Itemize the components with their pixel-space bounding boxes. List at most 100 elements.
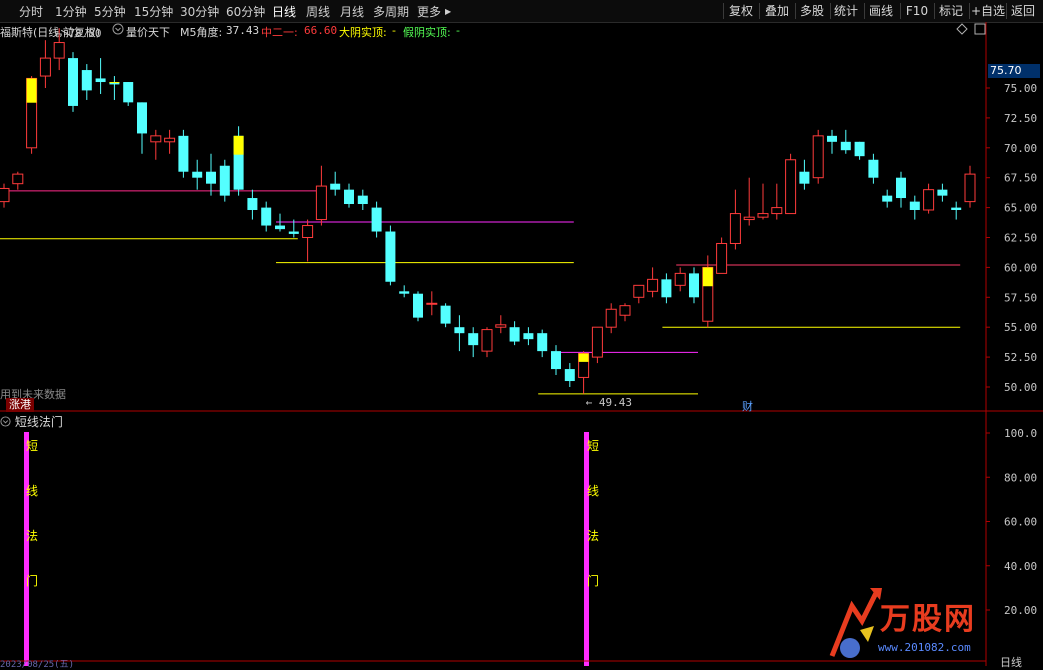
candle-highlight (578, 353, 589, 362)
back-button[interactable]: 返回 (1008, 2, 1038, 20)
tab-multi-period[interactable]: 多周期 (373, 3, 409, 20)
candle-body (591, 326, 603, 358)
toolbar-divider (864, 3, 865, 19)
f10-button[interactable]: F10 (903, 2, 931, 20)
candle-highlight (109, 82, 120, 84)
candle-body (523, 333, 534, 340)
signal-label: 法 (26, 529, 39, 543)
candle-body (399, 291, 410, 294)
draw-line-button[interactable]: 画线 (866, 2, 896, 20)
more-arrow-icon[interactable]: ▶ (445, 7, 451, 16)
candle-highlight (26, 78, 37, 103)
multi-stock-button[interactable]: 多股 (797, 2, 827, 20)
price-tick-label: 62.50 (1004, 232, 1037, 245)
candle-body (619, 305, 631, 316)
tab-30min[interactable]: 30分钟 (180, 3, 219, 20)
candle-body (689, 273, 699, 298)
indicator-toggle-icon[interactable] (0, 416, 11, 430)
tab-intraday[interactable]: 分时 (19, 3, 43, 20)
candle-body (840, 141, 851, 151)
candle-body (882, 195, 893, 202)
candle-body (674, 272, 686, 286)
candle-body (137, 102, 147, 134)
tab-5min[interactable]: 5分钟 (94, 3, 126, 20)
candle-body (495, 324, 507, 328)
mark-button[interactable]: 标记 (936, 2, 966, 20)
candle-body (854, 141, 865, 157)
candle-body (344, 189, 354, 205)
date-axis-start: 2023/08/25(五) (0, 660, 75, 670)
candle-body (288, 231, 299, 234)
candle-highlight (233, 135, 244, 155)
toolbar-divider (1006, 3, 1007, 19)
candle-body (964, 173, 976, 203)
tab-daily[interactable]: 日线 (272, 3, 296, 20)
candle-highlight (702, 267, 713, 287)
indicator-tick-label: 40.00 (1004, 560, 1037, 573)
tab-more[interactable]: 更多 (417, 3, 441, 20)
statistics-button[interactable]: 统计 (832, 2, 860, 20)
tab-weekly[interactable]: 周线 (306, 3, 330, 20)
kline-chart[interactable]: 75.00 72.50 70.00 67.50 65.00 62.50 60.00 57.50… (0, 22, 1043, 412)
candle-body (605, 308, 617, 328)
candle-body (178, 135, 189, 172)
candle-body (371, 207, 382, 232)
watermark-url: www.201082.com (878, 641, 971, 654)
candle-body (633, 284, 645, 298)
candle-body (868, 159, 879, 178)
tab-monthly[interactable]: 月线 (340, 3, 364, 20)
candle-body (799, 171, 810, 184)
candle-body (896, 177, 906, 199)
indicator-tick-label: 100.0 (1004, 427, 1037, 440)
price-tick-label: 72.50 (1004, 112, 1037, 125)
toolbar-divider (795, 3, 796, 19)
candle-body (330, 183, 341, 190)
candle-body (827, 135, 837, 142)
signal-label: 线 (26, 484, 39, 498)
candle-body (743, 216, 755, 221)
candle-body (537, 333, 548, 352)
finance-marker[interactable]: 财 (742, 398, 753, 414)
indicator-tick-label: 80.00 (1004, 471, 1037, 484)
signal-label: 门 (587, 574, 600, 588)
signal-label: 门 (26, 574, 39, 588)
candle-body (81, 70, 92, 91)
candle-body (123, 82, 134, 103)
watermark-brand: 万股网 (880, 602, 976, 637)
candle-body (275, 225, 285, 230)
tab-15min[interactable]: 15分钟 (134, 3, 173, 20)
candle-body (909, 201, 920, 210)
price-tick-label: 52.50 (1004, 351, 1037, 364)
price-tick-label: 60.00 (1004, 261, 1037, 274)
indicator-title-text: 短线法门 (14, 415, 63, 429)
period-toolbar: 分时 1分钟 5分钟 15分钟 30分钟 60分钟 日线 周线 月线 多周期 更… (0, 0, 1043, 23)
candle-body (247, 198, 258, 210)
candle-body (551, 351, 561, 370)
tab-1min[interactable]: 1分钟 (55, 3, 87, 20)
event-badge[interactable]: 涨港 (6, 398, 34, 412)
candle-body (951, 207, 962, 210)
price-tick-label: 65.00 (1004, 202, 1037, 215)
toolbar-divider (830, 3, 831, 19)
candle-body (729, 213, 741, 244)
adjust-button[interactable]: 复权 (726, 2, 756, 20)
add-watchlist-button[interactable]: +自选 (971, 2, 1005, 20)
candle-body (454, 327, 465, 334)
tab-60min[interactable]: 60分钟 (226, 3, 265, 20)
toolbar-divider (900, 3, 901, 19)
candle-body (481, 329, 493, 352)
candle-body (206, 171, 216, 184)
signal-bar (24, 432, 29, 666)
current-price-tag: 75.70 (988, 64, 1040, 78)
price-tick-label: 57.50 (1004, 291, 1037, 304)
period-label: 日线 (1000, 656, 1022, 669)
candle-body (302, 225, 314, 238)
candle-body (385, 231, 396, 282)
overlay-button[interactable]: 叠加 (762, 2, 792, 20)
candle-body (39, 57, 51, 77)
price-tick-label: 50.00 (1004, 381, 1037, 394)
candle-body (95, 78, 106, 83)
candle-body (440, 305, 451, 324)
toolbar-divider (759, 3, 760, 19)
candle-body (937, 189, 948, 196)
